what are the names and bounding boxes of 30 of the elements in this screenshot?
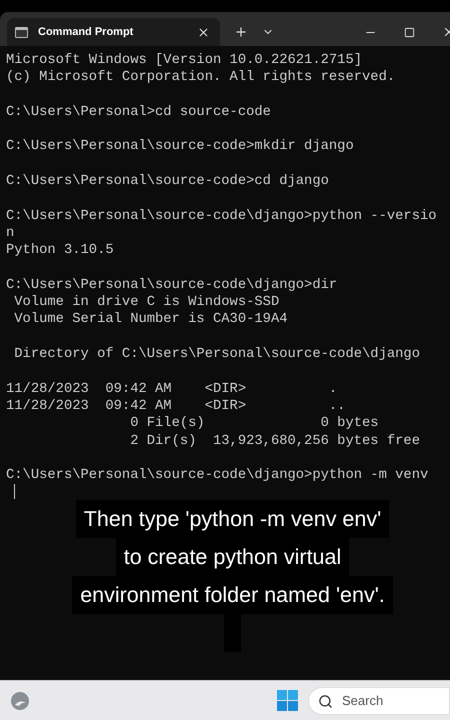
tab-title: Command Prompt — [38, 24, 134, 40]
terminal-line: Volume Serial Number is CA30-19A4 — [13, 311, 288, 329]
terminal-line: 2 Dir(s) 13,923,680,256 bytes free — [129, 432, 420, 450]
terminal-line: C:\Users\Personal\source-code\django>dir — [6, 276, 338, 294]
search-icon — [318, 694, 333, 708]
close-tab-icon[interactable] — [197, 26, 210, 38]
tab[interactable]: Command Prompt — [7, 18, 220, 46]
caption-text: Then type 'python -m venv env' — [76, 500, 390, 538]
terminal-line: C:\Users\Personal\source-code>cd django — [6, 173, 329, 190]
terminal-line: Directory of C:\Users\Personal\source-code\django — [13, 346, 420, 364]
terminal-line: (c) Microsoft Corporation. All rights reserved. — [6, 69, 396, 87]
terminal-line: C:\Users\Personal\source-code>mkdir django — [6, 138, 354, 156]
terminal-line: Python 3.10.5 — [6, 242, 114, 260]
terminal-line: Microsoft Windows [Version 10.0.22621.2715] — [6, 52, 362, 70]
terminal-line: C:\Users\Personal\source-code\django>python -m venv — [6, 467, 428, 484]
maximize-icon[interactable] — [404, 26, 415, 38]
terminal-line: 11/28/2023 09:42 AM <DIR> . — [6, 380, 338, 398]
new-tab-icon[interactable] — [234, 25, 248, 39]
terminal-icon — [15, 26, 28, 38]
caption-text: environment folder named 'env'. — [72, 576, 393, 614]
weather-icon[interactable] — [10, 690, 30, 710]
terminal-line: n — [6, 224, 14, 242]
terminal-line: 11/28/2023 09:42 AM <DIR> .. — [6, 398, 346, 416]
caption-text: to create python virtual — [116, 538, 350, 576]
terminal-line: 0 File(s) 0 bytes — [129, 415, 379, 433]
terminal-line: Volume in drive C is Windows-SSD — [13, 294, 280, 312]
terminal-line: C:\Users\Personal>cd source-code — [6, 104, 271, 122]
terminal-line: C:\Users\Personal\source-code\django>python --versio — [6, 208, 437, 225]
search-field[interactable]: Search — [308, 686, 450, 714]
start-icon[interactable] — [277, 690, 298, 711]
